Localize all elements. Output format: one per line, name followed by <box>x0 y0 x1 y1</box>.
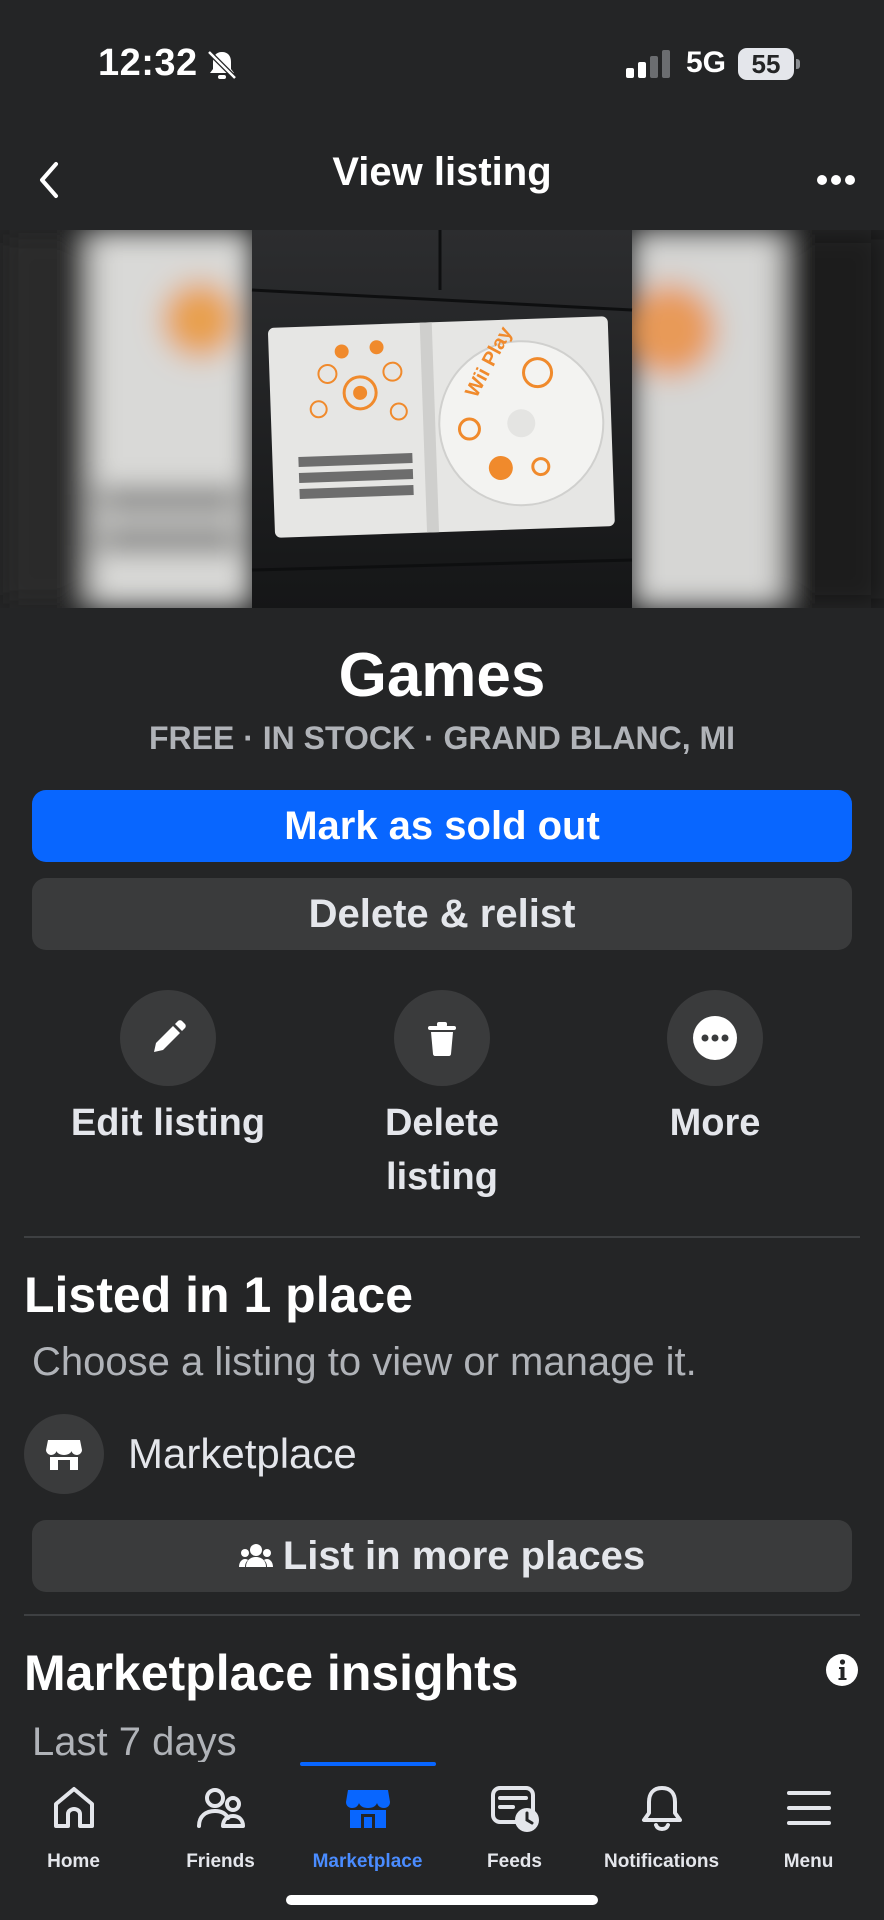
tab-menu[interactable]: Menu <box>735 1780 882 1873</box>
place-icon-wrapper <box>24 1414 104 1494</box>
tab-menu-label: Menu <box>783 1851 834 1872</box>
listing-actions: Edit listing Delete listing More <box>0 990 884 1210</box>
mark-sold-out-button[interactable]: Mark as sold out <box>32 790 852 862</box>
tab-notifications-label: Notifications <box>603 1851 720 1872</box>
delete-relist-button[interactable]: Delete & relist <box>32 878 852 950</box>
delete-listing-label-line2: listing <box>386 1156 498 1198</box>
tab-feeds[interactable]: Feeds <box>441 1780 588 1873</box>
menu-icon <box>786 1791 831 1825</box>
tab-home[interactable]: Home <box>0 1780 147 1873</box>
tab-home-label: Home <box>47 1851 100 1872</box>
edit-listing-label: Edit listing <box>70 1102 266 1144</box>
marketplace-label: Marketplace <box>128 1430 357 1477</box>
nav-header: View listing <box>0 130 884 230</box>
status-bar: 12:32 5G 55 <box>0 0 884 130</box>
more-label: More <box>669 1102 761 1144</box>
bell-icon <box>641 1786 682 1832</box>
page-title: View listing <box>332 150 552 194</box>
home-indicator[interactable] <box>286 1895 598 1905</box>
listed-in-title: Listed in 1 place <box>24 1267 414 1323</box>
home-icon <box>53 1787 94 1828</box>
list-in-more-places-label: List in more places <box>282 1534 646 1578</box>
insights-subtitle: Last 7 days <box>32 1720 237 1764</box>
more-action[interactable]: More <box>585 990 845 1150</box>
pencil-icon <box>154 1020 186 1052</box>
marketplace-icon <box>345 1790 390 1828</box>
listing-title: Games <box>338 641 546 710</box>
tab-marketplace-label: Marketplace <box>312 1851 423 1872</box>
delete-listing-button[interactable] <box>394 990 490 1086</box>
storefront-icon <box>46 1440 82 1470</box>
active-tab-indicator <box>300 1762 436 1766</box>
divider <box>24 1614 860 1616</box>
feeds-icon <box>490 1786 539 1832</box>
delete-listing-label-line1: Delete <box>384 1102 500 1144</box>
signal-icon <box>626 50 670 78</box>
friends-icon <box>196 1788 245 1828</box>
tab-marketplace[interactable]: Marketplace <box>294 1780 441 1873</box>
more-button[interactable] <box>667 990 763 1086</box>
trash-icon <box>428 1022 456 1056</box>
group-icon <box>238 1544 273 1567</box>
tab-friends-label: Friends <box>186 1851 255 1872</box>
more-options-icon[interactable] <box>804 152 868 208</box>
insights-title: Marketplace insights <box>24 1645 519 1701</box>
listing-photo[interactable]: Wii Play <box>0 230 884 608</box>
bell-off-icon <box>207 50 237 80</box>
listing-meta: FREE · IN STOCK · GRAND BLANC, MI <box>148 720 736 756</box>
battery-icon: 55 <box>738 48 800 80</box>
listed-in-subtitle: Choose a listing to view or manage it. <box>32 1340 697 1384</box>
battery-level: 55 <box>751 49 781 79</box>
divider <box>24 1236 860 1238</box>
edit-listing-button[interactable] <box>120 990 216 1086</box>
more-circle-icon <box>693 1016 737 1060</box>
listing-photo-image: Wii Play <box>0 230 884 608</box>
edit-listing-action[interactable]: Edit listing <box>38 990 298 1150</box>
tab-notifications[interactable]: Notifications <box>588 1780 735 1873</box>
info-icon[interactable] <box>824 1652 860 1688</box>
tab-feeds-label: Feeds <box>487 1851 542 1872</box>
network-type: 5G <box>686 46 727 79</box>
tab-friends[interactable]: Friends <box>147 1780 294 1873</box>
list-in-more-places-button[interactable]: List in more places <box>32 1520 852 1592</box>
clock: 12:32 <box>98 42 198 84</box>
delete-listing-action[interactable]: Delete listing <box>312 990 572 1204</box>
